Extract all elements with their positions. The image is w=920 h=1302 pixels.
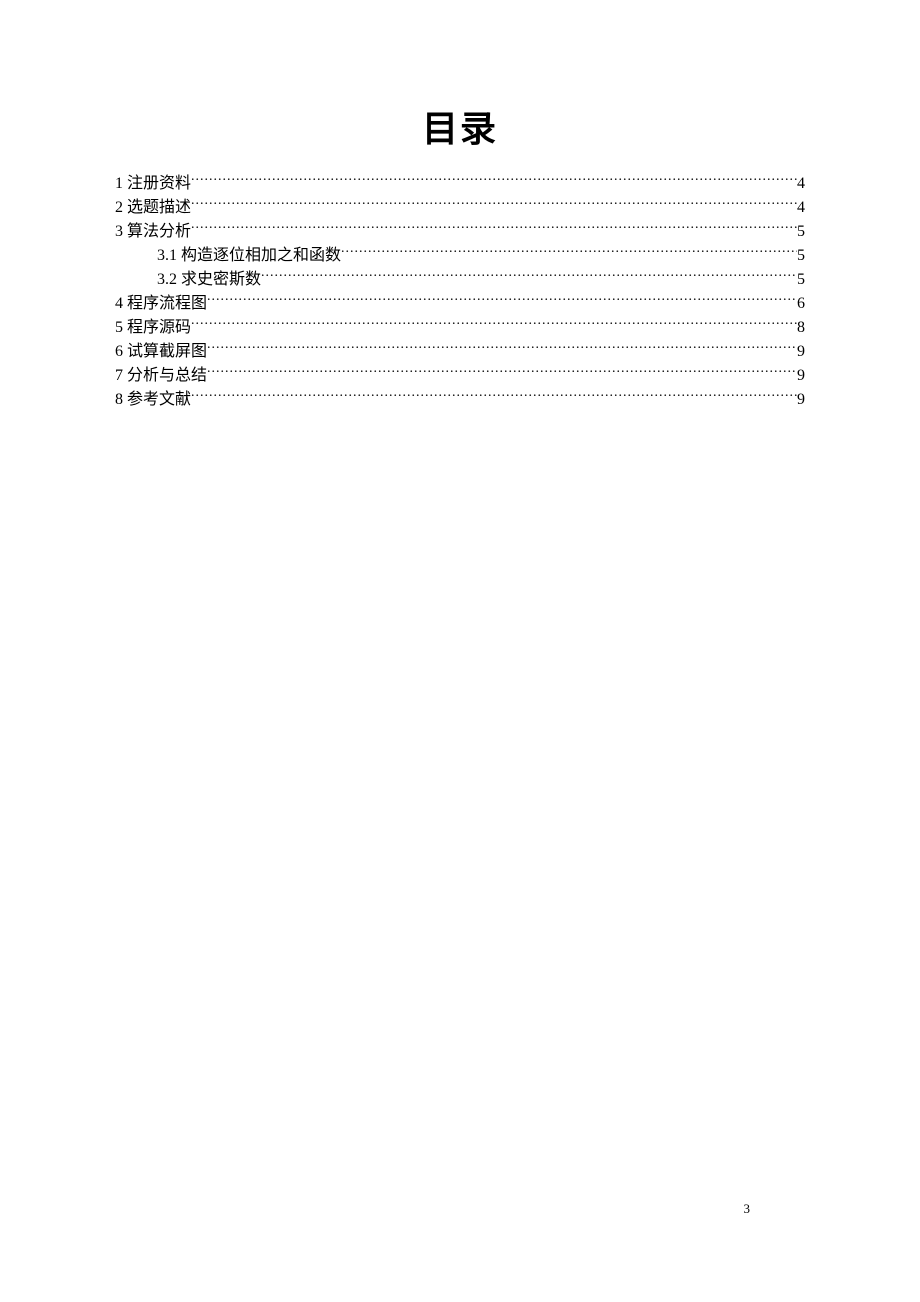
toc-leader-dots bbox=[191, 196, 797, 212]
toc-entry: 5 程序源码 8 bbox=[115, 316, 805, 340]
document-page: 目录 1 注册资料42 选题描述43 算法分析53.1 构造逐位相加之和函数53… bbox=[0, 0, 920, 412]
toc-leader-dots bbox=[191, 172, 797, 188]
toc-leader-dots bbox=[261, 268, 797, 284]
toc-entry-label: 3.2 求史密斯数 bbox=[157, 268, 261, 292]
toc-entry-page: 9 bbox=[797, 340, 805, 364]
toc-entry-page: 9 bbox=[797, 388, 805, 412]
toc-leader-dots bbox=[207, 292, 797, 308]
toc-entry: 3.1 构造逐位相加之和函数 5 bbox=[115, 244, 805, 268]
toc-leader-dots bbox=[191, 316, 797, 332]
toc-leader-dots bbox=[341, 244, 797, 260]
page-number: 3 bbox=[744, 1201, 751, 1217]
toc-list: 1 注册资料42 选题描述43 算法分析53.1 构造逐位相加之和函数53.2 … bbox=[115, 172, 805, 412]
toc-leader-dots bbox=[191, 220, 797, 236]
toc-entry: 3 算法分析 5 bbox=[115, 220, 805, 244]
toc-entry-label: 5 程序源码 bbox=[115, 316, 191, 340]
toc-entry-label: 3 算法分析 bbox=[115, 220, 191, 244]
toc-entry-label: 6 试算截屏图 bbox=[115, 340, 207, 364]
toc-entry: 7 分析与总结 9 bbox=[115, 364, 805, 388]
toc-entry-page: 4 bbox=[797, 196, 805, 220]
toc-entry-page: 5 bbox=[797, 268, 805, 292]
toc-entry-page: 6 bbox=[797, 292, 805, 316]
toc-entry-label: 8 参考文献 bbox=[115, 388, 191, 412]
toc-entry: 3.2 求史密斯数 5 bbox=[115, 268, 805, 292]
toc-entry: 1 注册资料 4 bbox=[115, 172, 805, 196]
toc-entry-page: 9 bbox=[797, 364, 805, 388]
toc-entry-page: 8 bbox=[797, 316, 805, 340]
toc-leader-dots bbox=[207, 364, 797, 380]
toc-entry: 2 选题描述 4 bbox=[115, 196, 805, 220]
toc-entry-page: 5 bbox=[797, 220, 805, 244]
toc-entry-label: 4 程序流程图 bbox=[115, 292, 207, 316]
toc-entry-label: 1 注册资料 bbox=[115, 172, 191, 196]
toc-entry-label: 7 分析与总结 bbox=[115, 364, 207, 388]
toc-entry: 4 程序流程图 6 bbox=[115, 292, 805, 316]
toc-entry: 6 试算截屏图 9 bbox=[115, 340, 805, 364]
toc-entry-label: 3.1 构造逐位相加之和函数 bbox=[157, 244, 341, 268]
toc-entry-page: 5 bbox=[797, 244, 805, 268]
toc-entry-page: 4 bbox=[797, 172, 805, 196]
toc-entry-label: 2 选题描述 bbox=[115, 196, 191, 220]
toc-leader-dots bbox=[191, 388, 797, 404]
toc-entry: 8 参考文献 9 bbox=[115, 388, 805, 412]
toc-leader-dots bbox=[207, 340, 797, 356]
toc-title: 目录 bbox=[115, 100, 805, 152]
